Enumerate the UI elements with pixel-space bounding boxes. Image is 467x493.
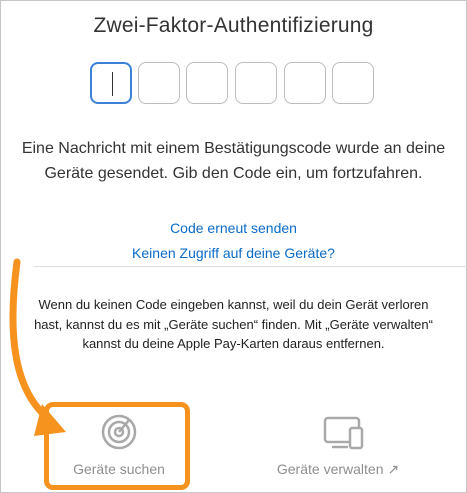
- annotation-arrow-icon: [9, 258, 66, 436]
